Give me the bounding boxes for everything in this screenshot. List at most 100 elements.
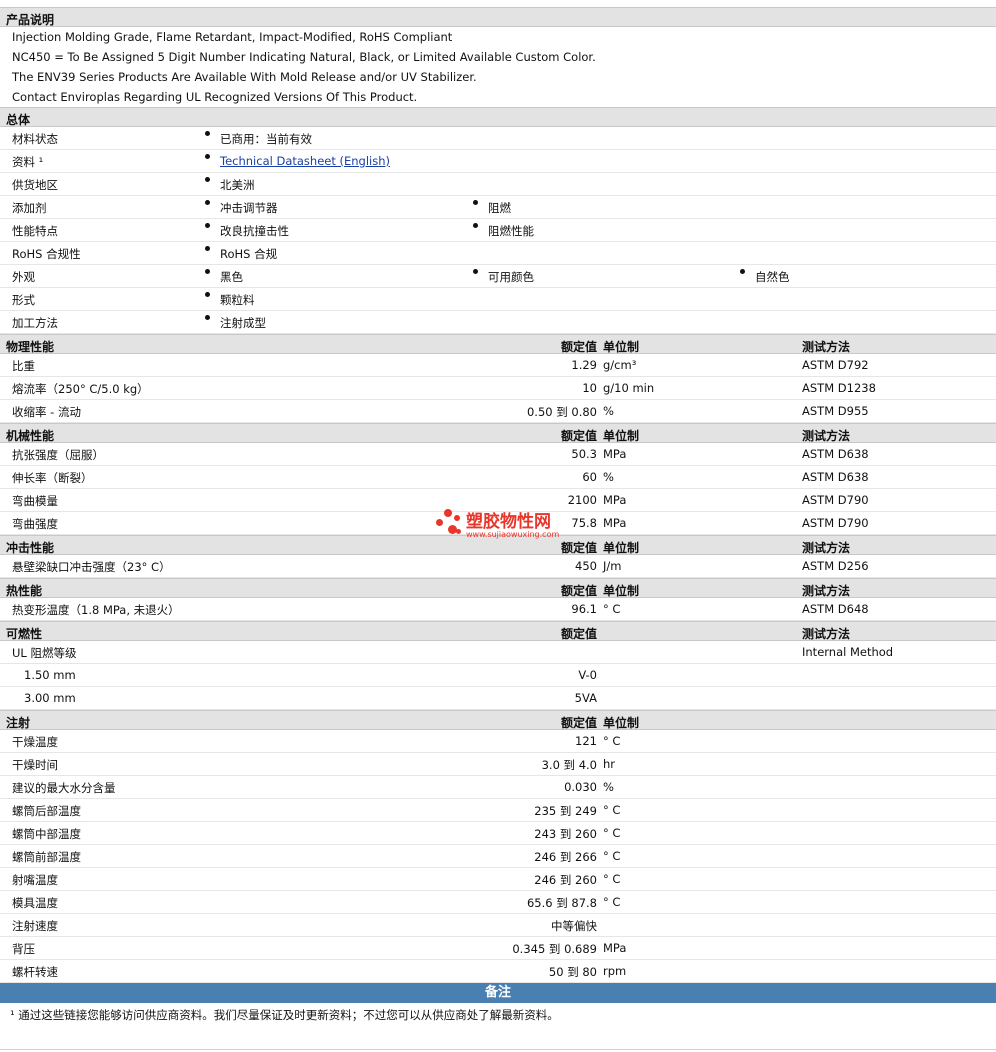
- divider: [0, 1049, 996, 1050]
- general-row: 形式 颗粒料: [0, 288, 996, 311]
- property-test-method: ASTM D256: [802, 559, 869, 573]
- property-value: 235 到 249: [534, 804, 597, 818]
- general-row-label: 性能特点: [12, 224, 58, 238]
- property-value: V-0: [578, 668, 597, 682]
- property-name: 干燥温度: [12, 735, 58, 749]
- property-value: 65.6 到 87.8: [526, 896, 597, 910]
- bullet-icon: [205, 131, 210, 136]
- property-name: 抗张强度（屈服）: [12, 448, 104, 462]
- general-row: 添加剂 冲击调节器 阻燃: [0, 196, 996, 219]
- column-header-method: 测试方法: [802, 627, 851, 641]
- general-row-label: 加工方法: [12, 316, 58, 330]
- general-row: 供货地区 北美洲: [0, 173, 996, 196]
- bullet-icon: [205, 177, 210, 182]
- property-name: 弯曲强度: [12, 517, 58, 531]
- property-value: 0.345 到 0.689: [512, 942, 597, 956]
- property-test-method: ASTM D1238: [802, 381, 876, 395]
- watermark-url: www.sujiaowuxing.com: [466, 530, 560, 539]
- notes-header: 备注: [0, 983, 996, 1003]
- column-header-nominal: 额定值: [560, 429, 597, 443]
- property-row: 螺筒后部温度 235 到 249 ° C: [0, 799, 996, 822]
- general-row-value: 阻燃性能: [488, 224, 534, 238]
- section-header-description: 产品说明: [0, 7, 996, 27]
- property-name: 1.50 mm: [24, 668, 76, 682]
- datasheet-link[interactable]: Technical Datasheet (English): [220, 154, 390, 168]
- column-header-method: 测试方法: [802, 340, 851, 354]
- property-name: 弯曲模量: [12, 494, 58, 508]
- description-line: Contact Enviroplas Regarding UL Recogniz…: [12, 90, 418, 104]
- property-row: 背压 0.345 到 0.689 MPa: [0, 937, 996, 960]
- section-header-thermal: 热性能 额定值 单位制 测试方法: [0, 578, 996, 598]
- property-name: 伸长率（断裂）: [12, 471, 93, 485]
- general-row-value: 北美洲: [220, 178, 255, 192]
- watermark-title: 塑胶物性网: [466, 512, 551, 532]
- section-header-physical: 物理性能 额定值 单位制 测试方法: [0, 334, 996, 354]
- general-row: 外观 黑色 可用颜色 自然色: [0, 265, 996, 288]
- property-name: 热变形温度（1.8 MPa, 未退火）: [12, 603, 180, 617]
- column-header-unit: 单位制: [603, 429, 640, 443]
- property-name: 收缩率 - 流动: [12, 405, 81, 419]
- property-row: 3.00 mm 5VA: [0, 687, 996, 710]
- logo-dot: [456, 529, 461, 534]
- property-unit: MPa: [603, 493, 627, 507]
- bullet-icon: [205, 223, 210, 228]
- footnote: ¹ 通过这些链接您能够访问供应商资料。我们尽量保证及时更新资料；不过您可以从供应…: [0, 1003, 996, 1027]
- property-name: 螺筒前部温度: [12, 850, 81, 864]
- property-test-method: ASTM D790: [802, 493, 869, 507]
- general-row-label: 形式: [12, 293, 35, 307]
- general-row-value: 可用颜色: [488, 270, 534, 284]
- property-value: 0.50 到 0.80: [526, 405, 597, 419]
- general-row-label: RoHS 合规性: [12, 247, 81, 261]
- logo-dot: [454, 515, 460, 521]
- property-value: 1.29: [571, 358, 597, 372]
- column-header-nominal: 额定值: [560, 541, 597, 555]
- property-value: 5VA: [574, 691, 597, 705]
- property-row: 螺筒中部温度 243 到 260 ° C: [0, 822, 996, 845]
- property-test-method: ASTM D648: [802, 602, 869, 616]
- property-test-method: Internal Method: [802, 645, 894, 659]
- section-header-mechanical: 机械性能 额定值 单位制 测试方法: [0, 423, 996, 443]
- property-value: 450: [575, 559, 597, 573]
- property-row: 螺杆转速 50 到 80 rpm: [0, 960, 996, 983]
- general-row: 资料 ¹ Technical Datasheet (English): [0, 150, 996, 173]
- section-title: 产品说明: [6, 13, 55, 27]
- bullet-icon: [473, 223, 478, 228]
- bullet-icon: [740, 269, 745, 274]
- property-value: 60: [582, 470, 597, 484]
- property-row: 干燥温度 121 ° C: [0, 730, 996, 753]
- property-value: 0.030: [564, 780, 597, 794]
- property-row: 建议的最大水分含量 0.030%: [0, 776, 996, 799]
- general-row-value: 自然色: [755, 270, 790, 284]
- property-row: 伸长率（断裂） 60% ASTM D638: [0, 466, 996, 489]
- property-row: 1.50 mm V-0: [0, 664, 996, 687]
- column-header-method: 测试方法: [802, 541, 851, 555]
- property-value: 246 到 266: [534, 850, 597, 864]
- property-value: 50.3: [571, 447, 597, 461]
- general-row-value: 改良抗撞击性: [220, 224, 289, 238]
- logo-dot: [444, 509, 452, 517]
- property-unit: %: [603, 470, 614, 484]
- property-name: 射嘴温度: [12, 873, 58, 887]
- property-row: 热变形温度（1.8 MPa, 未退火） 96.1 ° C ASTM D648: [0, 598, 996, 621]
- property-name: UL 阻燃等级: [12, 646, 77, 660]
- section-header-flammability: 可燃性 额定值 测试方法: [0, 621, 996, 641]
- property-name: 3.00 mm: [24, 691, 76, 705]
- property-unit: ° C: [603, 803, 621, 817]
- property-row: 熔流率（250° C/5.0 kg） 10 g/10 min ASTM D1238: [0, 377, 996, 400]
- column-header-method: 测试方法: [802, 584, 851, 598]
- section-title: 热性能: [6, 584, 43, 598]
- general-rows: 材料状态 已商用：当前有效 资料 ¹ Technical Datasheet (Eng…: [0, 127, 996, 334]
- section-title: 注射: [6, 716, 31, 730]
- property-value: 50 到 80: [548, 965, 597, 979]
- property-unit: hr: [603, 757, 616, 771]
- property-name: 螺杆转速: [12, 965, 58, 979]
- column-header-nominal: 额定值: [560, 340, 597, 354]
- bullet-icon: [473, 200, 478, 205]
- column-header-nominal: 额定值: [560, 627, 597, 641]
- property-unit: %: [603, 404, 614, 418]
- column-header-nominal: 额定值: [560, 584, 597, 598]
- general-row-value: 注射成型: [220, 316, 266, 330]
- property-name: 比重: [12, 359, 35, 373]
- section-title: 机械性能: [6, 429, 55, 443]
- property-value: 中等偏快: [551, 919, 597, 933]
